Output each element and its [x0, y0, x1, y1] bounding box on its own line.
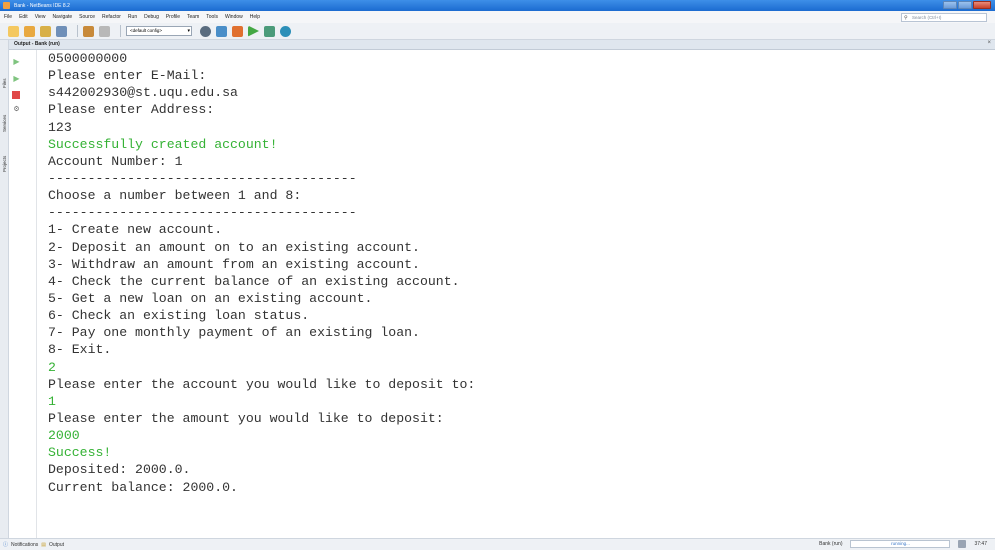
console-line: 3- Withdraw an amount from an existing a…: [48, 256, 420, 272]
progress-label: running...: [891, 541, 910, 546]
new-project-icon[interactable]: [24, 25, 35, 37]
menu-help[interactable]: Help: [250, 14, 260, 20]
toolbar-separator: [120, 25, 121, 37]
close-window-button[interactable]: [973, 1, 991, 9]
menu-run[interactable]: Run: [128, 14, 137, 20]
maximize-button[interactable]: [958, 1, 972, 9]
output-toolbar: ▶ ▶ ⚙: [9, 50, 37, 538]
running-task-label[interactable]: Bank (run): [819, 541, 842, 547]
status-bar: ⓘ Notifications ▤ Output Bank (run) runn…: [0, 538, 995, 550]
menu-window[interactable]: Window: [225, 14, 243, 20]
console-line: ---------------------------------------: [48, 205, 357, 221]
rerun-icon[interactable]: ▶: [12, 57, 21, 66]
console-line: Choose a number between 1 and 8:: [48, 188, 302, 204]
notifications-icon: ⓘ: [3, 542, 9, 548]
menu-view[interactable]: View: [35, 14, 46, 20]
left-side-tabs: Files Services Projects: [0, 40, 9, 538]
menu-source[interactable]: Source: [79, 14, 95, 20]
debug-icon[interactable]: [264, 25, 275, 37]
menu-bar: File Edit View Navigate Source Refactor …: [0, 11, 995, 23]
sidebar-tab-files[interactable]: Files: [1, 68, 8, 88]
window-controls: [943, 1, 991, 9]
stop-icon[interactable]: [12, 91, 20, 99]
undo-icon[interactable]: [83, 25, 94, 37]
menu-team[interactable]: Team: [187, 14, 199, 20]
console-line: 2: [48, 359, 56, 375]
profile-icon[interactable]: [280, 25, 291, 37]
search-icon: ⚲: [904, 15, 908, 21]
run-icon[interactable]: [248, 25, 259, 37]
console-line: Current balance: 2000.0.: [48, 479, 238, 495]
console-line: Please enter E-Mail:: [48, 68, 207, 84]
menu-profile[interactable]: Profile: [166, 14, 180, 20]
output-console[interactable]: 0500000000 Please enter E-Mail: s442002930…: [48, 50, 988, 538]
sidebar-tab-services[interactable]: Services: [1, 98, 8, 132]
console-line: Please enter Address:: [48, 102, 215, 118]
console-line: 0500000000: [48, 51, 128, 66]
sidebar-tab-projects[interactable]: Projects: [1, 140, 8, 172]
output-tab-header: Output - Bank (run) ×: [9, 40, 995, 50]
menu-refactor[interactable]: Refactor: [102, 14, 121, 20]
console-line: 4- Check the current balance of an exist…: [48, 273, 460, 289]
console-line: 2000: [48, 428, 80, 444]
output-icon: ▤: [41, 541, 46, 548]
task-progress-bar: running...: [850, 540, 951, 548]
console-line: Successfully created account!: [48, 136, 278, 152]
console-line: Success!: [48, 445, 112, 461]
output-tab-title[interactable]: Output - Bank (run): [14, 41, 60, 47]
console-line: 8- Exit.: [48, 342, 112, 358]
build-icon[interactable]: [200, 25, 211, 37]
console-line: Please enter the amount you would like t…: [48, 410, 444, 426]
console-line: ---------------------------------------: [48, 170, 357, 186]
hammer-broom-icon[interactable]: [232, 25, 243, 37]
close-icon[interactable]: ×: [987, 40, 991, 46]
console-line: 7- Pay one monthly payment of an existin…: [48, 325, 420, 341]
netbeans-app-icon: [3, 2, 10, 9]
search-input[interactable]: ⚲ Search (Ctrl+I): [901, 13, 987, 22]
menu-edit[interactable]: Edit: [19, 14, 28, 20]
main-toolbar: <default config> ▾: [0, 23, 995, 40]
window-title: Bank - NetBeans IDE 8.2: [14, 2, 70, 9]
chevron-down-icon: ▾: [187, 28, 190, 34]
rerun-with-options-icon[interactable]: ▶: [12, 74, 21, 83]
menu-debug[interactable]: Debug: [144, 14, 159, 20]
console-line: 1- Create new account.: [48, 222, 223, 238]
menu-navigate[interactable]: Navigate: [52, 14, 72, 20]
console-line: Deposited: 2000.0.: [48, 462, 191, 478]
redo-icon[interactable]: [99, 25, 110, 37]
menu-tools[interactable]: Tools: [206, 14, 218, 20]
clean-build-icon[interactable]: [216, 25, 227, 37]
console-line: Account Number: 1: [48, 153, 183, 169]
console-line: 5- Get a new loan on an existing account…: [48, 290, 373, 306]
console-line: s442002930@st.uqu.edu.sa: [48, 85, 238, 101]
open-project-icon[interactable]: [40, 25, 51, 37]
output-tab[interactable]: Output: [49, 542, 64, 548]
menu-file[interactable]: File: [4, 14, 12, 20]
console-line: 6- Check an existing loan status.: [48, 308, 310, 324]
minimize-button[interactable]: [943, 1, 957, 9]
window-titlebar: Bank - NetBeans IDE 8.2: [0, 0, 995, 11]
console-line: 1: [48, 393, 56, 409]
config-select[interactable]: <default config> ▾: [126, 26, 192, 36]
console-line: Please enter the account you would like …: [48, 376, 476, 392]
new-file-icon[interactable]: [8, 25, 19, 37]
caret-position: 37:47: [974, 541, 987, 547]
console-line: 2- Deposit an amount on to an existing a…: [48, 239, 420, 255]
notifications-tab[interactable]: Notifications: [11, 542, 38, 548]
save-all-icon[interactable]: [56, 25, 67, 37]
search-placeholder: Search (Ctrl+I): [912, 15, 942, 20]
console-line: 123: [48, 119, 72, 135]
cancel-task-icon[interactable]: [958, 540, 967, 548]
config-select-value: <default config>: [130, 28, 163, 33]
toolbar-separator: [77, 25, 78, 37]
settings-icon[interactable]: ⚙: [12, 105, 21, 114]
